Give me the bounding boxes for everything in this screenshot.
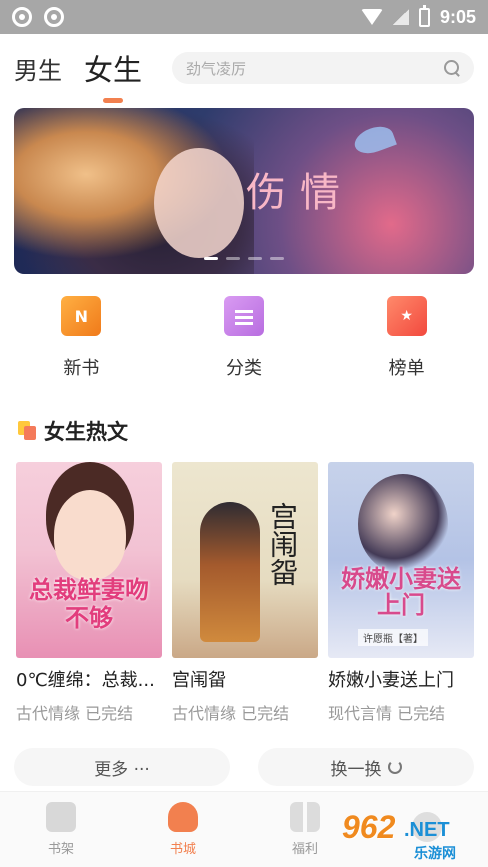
entry-rank[interactable]: 榜单 [347,296,467,388]
watermark-number: 962 [342,809,396,845]
search-input[interactable]: 劲气凌厉 [172,52,474,84]
cover-title: 娇嫩小妻送上门 [341,565,461,619]
refresh-label: 换一换 [330,759,382,780]
cover-title: 总裁鲜妻吻不够 [29,576,149,632]
entry-label: 新书 [63,358,100,379]
search-icon[interactable] [444,60,460,76]
entry-new-books[interactable]: N 新书 [21,296,141,388]
banner-carousel[interactable]: 伤情 [14,108,474,274]
tab-welfare[interactable]: 福利 [255,802,355,857]
refresh-button[interactable]: 换一换 [258,748,474,786]
status-system: 9:05 [360,4,476,28]
book-card[interactable]: 宫闱㽜 宫闱㽜 古代情缘 已完结 [172,462,318,724]
tab-label: 书城 [169,842,196,857]
cover-artwork [358,474,448,574]
status-bar: 9:05 [0,0,488,34]
app-notification-icon [44,7,64,27]
book-list: 总裁鲜妻吻不够 0℃缠绵：总裁... 古代情缘 已完结 宫闱㽜 宫闱㽜 古代情缘… [16,462,474,724]
gift-icon [290,802,320,832]
book-title[interactable]: 0℃缠绵：总裁... [16,666,162,692]
search-placeholder: 劲气凌厉 [186,59,247,78]
app-notification-icon [12,7,32,27]
tab-label: 福利 [291,842,318,857]
more-button[interactable]: 更多 ··· [14,748,230,786]
entry-label: 分类 [225,358,262,379]
banner-title: 伤情 [246,170,354,216]
book-title[interactable]: 娇嫩小妻送上门 [328,666,474,692]
site-watermark: 962 .NET 乐游网 [342,807,482,863]
carousel-dot [204,257,218,260]
banner-artwork [154,148,244,258]
section-icon [18,421,38,441]
signal-icon [392,9,409,25]
category-icon [223,296,264,336]
book-title[interactable]: 宫闱㽜 [172,666,318,692]
book-meta: 古代情缘 已完结 [16,704,134,723]
watermark-text: 乐游网 [414,846,456,862]
entry-label: 榜单 [388,358,425,379]
cover-title: 宫闱㽜 [266,502,299,586]
tab-bookstore[interactable]: 书城 [133,802,233,857]
watermark-domain: .NET [404,819,450,841]
book-card[interactable]: 娇嫩小妻送上门 许愿瓶【著】 娇嫩小妻送上门 现代言情 已完结 [328,462,474,724]
entry-category[interactable]: 分类 [184,296,304,388]
section-title: 女生热文 [44,420,128,444]
carousel-dot [270,257,284,260]
carousel-dot [226,257,240,260]
cover-artwork [200,502,260,642]
refresh-icon [387,760,402,774]
section-header: 女生热文 [18,416,488,446]
bookshelf-icon [46,802,76,832]
book-cover[interactable]: 娇嫩小妻送上门 许愿瓶【著】 [328,462,474,658]
tab-female[interactable]: 女生 [84,47,142,89]
more-label: 更多 ··· [94,759,150,780]
tab-label: 书架 [47,842,74,857]
status-notifications [12,7,64,27]
butterfly-icon [351,121,397,159]
battery-icon [418,4,430,27]
cover-artwork [54,490,126,580]
book-meta: 现代言情 已完结 [328,704,446,723]
cover-author: 许愿瓶【著】 [358,629,428,646]
wifi-icon [360,9,383,25]
tab-male[interactable]: 男生 [14,51,62,86]
book-cover[interactable]: 宫闱㽜 [172,462,318,658]
header: 男生 女生 劲气凌厉 [0,34,488,102]
carousel-dot [248,257,262,260]
quick-entries: N 新书 分类 榜单 [0,296,488,388]
book-card[interactable]: 总裁鲜妻吻不够 0℃缠绵：总裁... 古代情缘 已完结 [16,462,162,724]
section-actions: 更多 ··· 换一换 [14,748,474,786]
book-cover[interactable]: 总裁鲜妻吻不够 [16,462,162,658]
status-time: 9:05 [439,6,476,27]
book-meta: 古代情缘 已完结 [172,704,290,723]
new-book-icon: N [61,296,102,336]
bookstore-icon [168,802,198,832]
tab-bookshelf[interactable]: 书架 [11,802,111,857]
rank-icon [386,296,427,336]
carousel-indicator [204,257,284,260]
